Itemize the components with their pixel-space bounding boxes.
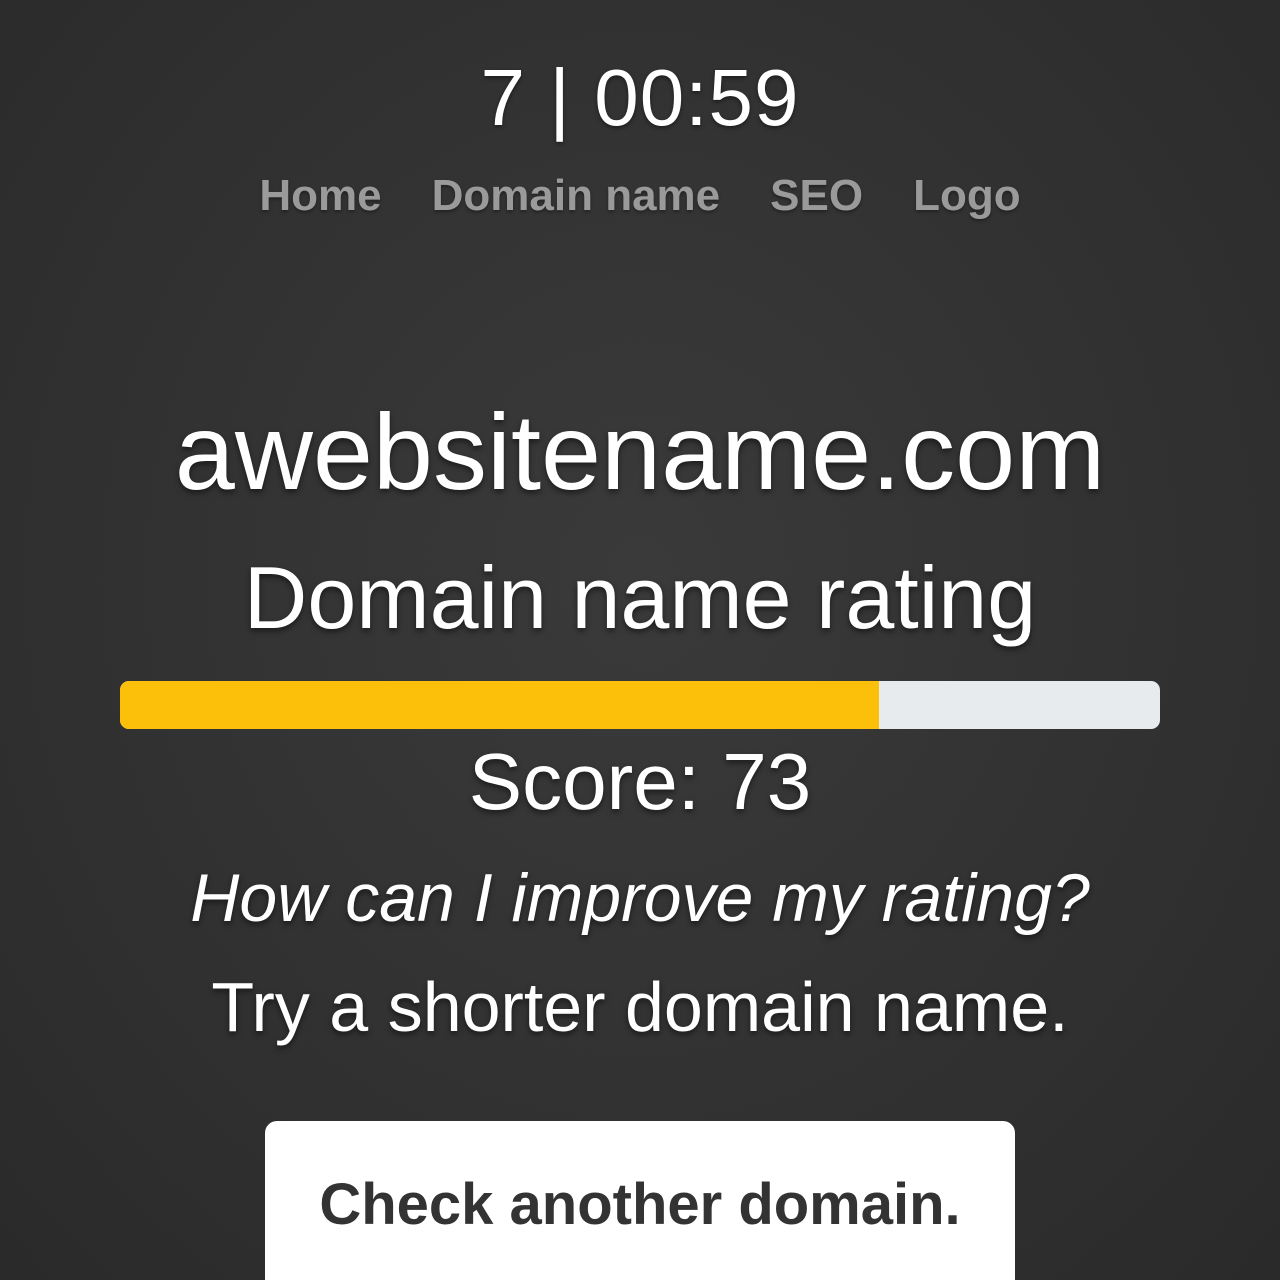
nav-item-home[interactable]: Home <box>259 168 381 224</box>
top-nav: Home Domain name SEO Logo <box>0 168 1280 224</box>
check-another-domain-label: Check another domain. <box>319 1172 961 1237</box>
rating-heading: Domain name rating <box>243 548 1037 647</box>
improvement-tip: Try a shorter domain name. <box>211 968 1069 1046</box>
score-text: Score: 73 <box>468 737 812 826</box>
rating-progress-bar <box>120 681 1160 729</box>
improve-question: How can I improve my rating? <box>190 860 1090 936</box>
nav-item-logo[interactable]: Logo <box>913 168 1021 224</box>
page: 7 | 00:59 Home Domain name SEO Logo aweb… <box>0 0 1280 1280</box>
nav-item-seo[interactable]: SEO <box>770 168 863 224</box>
nav-item-domain-name[interactable]: Domain name <box>432 168 721 224</box>
check-another-domain-button[interactable]: Check another domain. <box>265 1121 1015 1280</box>
rating-progress-fill <box>120 681 880 729</box>
domain-name-title: awebsitename.com <box>174 391 1106 512</box>
counter: 7 | 00:59 <box>480 53 800 142</box>
